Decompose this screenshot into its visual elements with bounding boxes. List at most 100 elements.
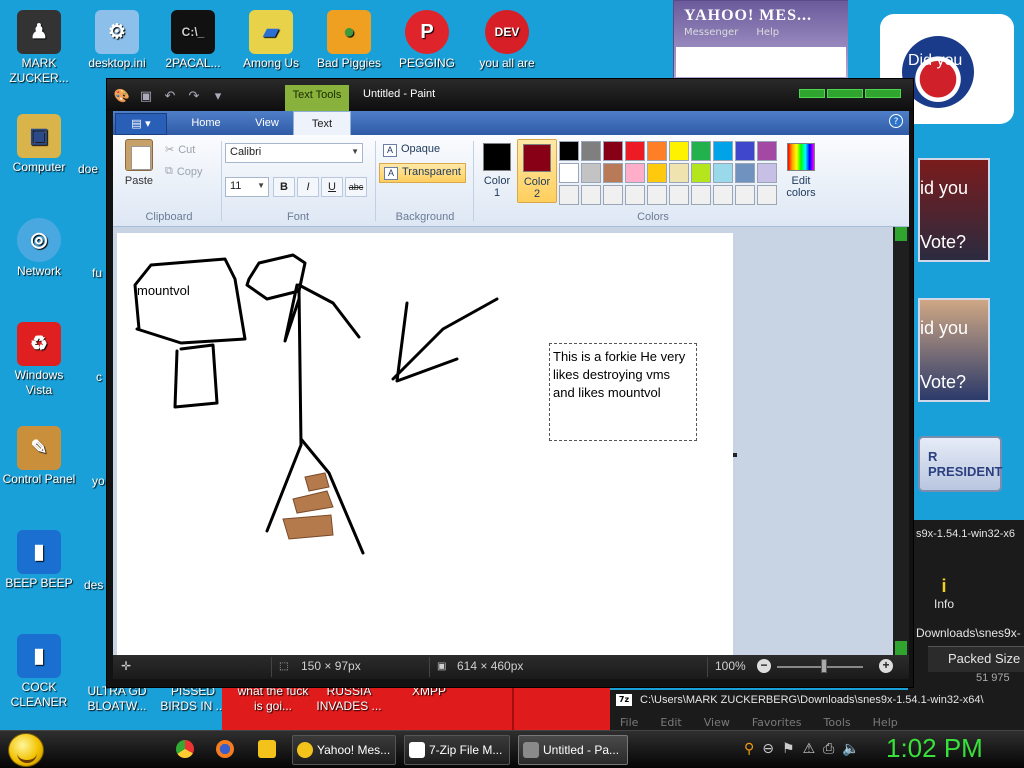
7zip-window[interactable]: 7z C:\Users\MARK ZUCKERBERG\Downloads\sn…	[610, 690, 1024, 730]
zoom-out-button[interactable]: −	[757, 659, 771, 673]
palette-swatch[interactable]	[669, 141, 689, 161]
zoom-in-button[interactable]: +	[879, 659, 893, 673]
7zip-menu-view[interactable]: View	[704, 716, 730, 729]
taskbar-button-paint[interactable]: Untitled - Pa...	[518, 735, 628, 765]
clock[interactable]: 1:02 PM	[886, 733, 983, 764]
desktop-icon-2pacal[interactable]: C:\_ 2PACAL...	[154, 10, 232, 71]
desktop-icon-beep-beep[interactable]: ▮ BEEP BEEP	[0, 530, 78, 591]
desktop-icon-bad-piggies[interactable]: ● Bad Piggies	[310, 10, 388, 71]
7zip-packed-size-header[interactable]: Packed Size	[928, 646, 1024, 672]
palette-swatch[interactable]	[713, 163, 733, 183]
palette-swatch[interactable]	[735, 163, 755, 183]
save-icon[interactable]: ▣	[137, 87, 155, 105]
palette-swatch[interactable]	[625, 163, 645, 183]
zoom-slider-thumb[interactable]	[821, 659, 827, 673]
start-button[interactable]	[8, 733, 44, 767]
vote-card[interactable]: id you Vote?	[918, 158, 990, 262]
strikethrough-button[interactable]: abc	[345, 177, 367, 197]
palette-swatch[interactable]	[691, 141, 711, 161]
help-icon[interactable]: ?	[889, 114, 903, 128]
canvas-resize-handle[interactable]	[733, 453, 737, 457]
undo-icon[interactable]: ↶	[161, 87, 179, 105]
vote-card[interactable]: id you Vote?	[918, 298, 990, 402]
cut-button[interactable]: ✂ Cut	[165, 143, 195, 157]
7zip-menu-file[interactable]: File	[620, 716, 638, 729]
search-icon[interactable]: ⚲	[744, 741, 754, 757]
font-size-select[interactable]: 11 ▼	[225, 177, 269, 197]
desktop-icon-pegging[interactable]: P PEGGING	[388, 10, 466, 71]
palette-swatch[interactable]	[669, 185, 689, 205]
network-tray-icon[interactable]: ⎙	[823, 741, 834, 757]
palette-swatch[interactable]	[647, 163, 667, 183]
yahoo-menu-help[interactable]: Help	[756, 27, 779, 38]
tab-view[interactable]: View	[239, 114, 295, 135]
desktop-icon-partial[interactable]: PISSED BIRDS IN ...	[154, 684, 232, 714]
close-button[interactable]	[865, 89, 901, 98]
scroll-down-button[interactable]	[895, 641, 907, 655]
desktop-icon-among-us[interactable]: ▰ Among Us	[232, 10, 310, 71]
vertical-scrollbar[interactable]	[893, 227, 909, 655]
paint-app-icon[interactable]: 🎨	[113, 87, 131, 105]
copy-button[interactable]: ⧉ Copy	[165, 165, 203, 178]
palette-swatch[interactable]	[691, 185, 711, 205]
flag-icon[interactable]: ⚑	[782, 741, 795, 757]
customize-qat-icon[interactable]: ▾	[209, 87, 227, 105]
desktop-icon-partial[interactable]: des	[84, 578, 108, 593]
text-box-content[interactable]: This is a forkie He very likes destroyin…	[553, 348, 693, 402]
transparent-option[interactable]: A Transparent	[379, 163, 466, 183]
drawing-canvas[interactable]: mountvol This is a forkie He very likes …	[117, 233, 733, 655]
palette-swatch[interactable]	[559, 163, 579, 183]
scroll-up-button[interactable]	[895, 227, 907, 241]
palette-swatch[interactable]	[625, 141, 645, 161]
taskbar-button-7zip[interactable]: 7-Zip File M...	[404, 735, 510, 765]
palette-swatch[interactable]	[757, 185, 777, 205]
taskbar-button-yahoo[interactable]: Yahoo! Mes...	[292, 735, 396, 765]
desktop-icon-cock-cleaner[interactable]: ▮ COCK CLEANER	[0, 634, 78, 710]
palette-swatch[interactable]	[713, 185, 733, 205]
desktop-icon-control-panel[interactable]: ✎ Control Panel	[0, 426, 78, 487]
firefox-icon[interactable]	[216, 740, 234, 758]
7zip-info-button[interactable]: i Info	[934, 576, 954, 611]
palette-swatch[interactable]	[647, 141, 667, 161]
desktop-icon-computer[interactable]: ▣ Computer	[0, 114, 78, 175]
palette-swatch[interactable]	[581, 141, 601, 161]
color1-button[interactable]: Color 1	[477, 139, 517, 203]
color2-button[interactable]: Color 2	[517, 139, 557, 203]
7zip-menu-favorites[interactable]: Favorites	[752, 716, 802, 729]
minus-circle-icon[interactable]: ⊖	[762, 741, 774, 757]
desktop-icon-mark-zucker[interactable]: ♟ MARK ZUCKER...	[0, 10, 78, 86]
palette-swatch[interactable]	[735, 185, 755, 205]
palette-swatch[interactable]	[757, 163, 777, 183]
desktop-icon-partial[interactable]: ULTRA GD BLOATW...	[78, 684, 156, 714]
palette-swatch[interactable]	[603, 141, 623, 161]
7zip-window-panel[interactable]: s9x-1.54.1-win32-x6 i Info Downloads\sne…	[908, 520, 1024, 690]
palette-swatch[interactable]	[669, 163, 689, 183]
7zip-address[interactable]: Downloads\snes9x-	[916, 626, 1021, 640]
palette-swatch[interactable]	[757, 141, 777, 161]
palette-swatch[interactable]	[691, 163, 711, 183]
desktop-icon-windows-vista[interactable]: ♻ Windows Vista	[0, 322, 78, 398]
palette-swatch[interactable]	[713, 141, 733, 161]
desktop-icon-partial[interactable]: doe	[78, 162, 108, 177]
desktop-icon-desktop-ini[interactable]: ⚙ desktop.ini	[78, 10, 156, 71]
paste-button[interactable]: Paste	[121, 139, 157, 197]
text-box-selection[interactable]: This is a forkie He very likes destroyin…	[549, 343, 697, 441]
chrome-icon[interactable]	[176, 740, 194, 758]
paint-window[interactable]: 🎨 ▣ ↶ ↷ ▾ Text Tools Untitled - Paint ▤ …	[106, 78, 914, 688]
desktop-icon-partial[interactable]: what the fuck is goi...	[234, 684, 312, 714]
desktop-icon-dev-cpp[interactable]: DEV you all are	[468, 10, 546, 71]
canvas-workspace[interactable]: mountvol This is a forkie He very likes …	[113, 227, 893, 655]
president-button[interactable]: R PRESIDENT	[918, 436, 1002, 492]
palette-swatch[interactable]	[559, 141, 579, 161]
font-family-select[interactable]: Calibri ▼	[225, 143, 363, 163]
desktop-icon-network[interactable]: ◎ Network	[0, 218, 78, 279]
opaque-option[interactable]: A Opaque	[379, 141, 444, 161]
zoom-slider-track[interactable]	[777, 666, 863, 668]
tab-home[interactable]: Home	[173, 114, 239, 135]
7zip-menu-help[interactable]: Help	[873, 716, 898, 729]
palette-swatch[interactable]	[603, 185, 623, 205]
palette-swatch[interactable]	[647, 185, 667, 205]
italic-button[interactable]: I	[297, 177, 319, 197]
desktop-icon-partial[interactable]: RUSSIA INVADES ...	[310, 684, 388, 714]
tab-text[interactable]: Text	[293, 111, 351, 135]
